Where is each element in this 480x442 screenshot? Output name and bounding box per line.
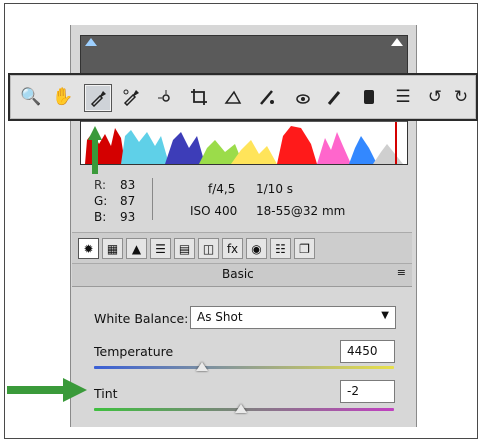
tab-basic[interactable]: ✹ <box>78 238 99 259</box>
temperature-label: Temperature <box>94 344 174 359</box>
straighten-icon[interactable] <box>220 84 246 110</box>
chevron-down-icon: ▼ <box>381 310 389 321</box>
hand-icon[interactable]: ✋ <box>50 84 76 110</box>
r-value: 83 <box>120 178 136 192</box>
b-value: 93 <box>120 210 136 224</box>
temperature-input[interactable]: 4450 <box>340 340 395 363</box>
white-balance-value: As Shot <box>197 310 243 324</box>
tab-effects[interactable]: fx <box>222 238 243 259</box>
g-value: 87 <box>120 194 136 208</box>
tab-split-toning[interactable]: ▤ <box>174 238 195 259</box>
white-balance-eyedropper-icon[interactable] <box>84 84 112 112</box>
iso: ISO 400 <box>190 204 238 218</box>
temperature-slider-thumb[interactable] <box>196 362 208 371</box>
aperture: f/4,5 <box>208 182 236 196</box>
crop-icon[interactable] <box>186 84 212 110</box>
rotate-cw-icon[interactable]: ↻ <box>448 84 474 110</box>
rotate-ccw-icon[interactable]: ↺ <box>422 84 448 110</box>
tab-detail[interactable]: ▲ <box>126 238 147 259</box>
tab-hsl[interactable]: ☰ <box>150 238 171 259</box>
white-balance-select[interactable]: As Shot ▼ <box>190 306 396 329</box>
b-label: B: <box>94 210 107 224</box>
lens: 18-55@32 mm <box>256 204 346 218</box>
temperature-value: 4450 <box>347 344 378 358</box>
panel-menu-icon[interactable]: ≡ <box>397 266 406 279</box>
shutter: 1/10 s <box>256 182 294 196</box>
panel-title: Basic <box>222 267 254 281</box>
tab-tone-curve[interactable]: ▦ <box>102 238 123 259</box>
adjustment-brush-icon[interactable] <box>322 84 348 110</box>
zoom-icon[interactable]: 🔍 <box>18 84 44 110</box>
tab-camera-calibration[interactable]: ◉ <box>246 238 267 259</box>
white-balance-label: White Balance: <box>94 311 189 326</box>
targeted-adjustment-icon[interactable] <box>152 84 178 110</box>
annotation-arrow-right <box>7 378 87 402</box>
tab-presets[interactable]: ☷ <box>270 238 291 259</box>
color-sampler-icon[interactable] <box>118 84 144 110</box>
tool-bar: 🔍 ✋ ☰ ↺ ↻ <box>8 73 478 121</box>
preferences-list-icon[interactable]: ☰ <box>390 84 416 110</box>
panel-tabs: ✹ ▦ ▲ ☰ ▤ ◫ fx ◉ ☷ ❐ <box>72 232 412 264</box>
temperature-slider[interactable] <box>94 366 394 369</box>
tint-value: -2 <box>347 384 359 398</box>
graduated-filter-icon[interactable] <box>356 84 382 110</box>
tint-input[interactable]: -2 <box>340 380 395 403</box>
red-eye-icon[interactable] <box>288 84 314 110</box>
image-info: R: 83 G: 87 B: 93 f/4,5 1/10 s ISO 400 1… <box>80 174 406 226</box>
panel-header: Basic ≡ <box>72 264 412 287</box>
tab-lens-corrections[interactable]: ◫ <box>198 238 219 259</box>
tint-slider-thumb[interactable] <box>235 404 247 413</box>
info-divider <box>152 178 153 220</box>
spot-removal-icon[interactable] <box>254 84 280 110</box>
g-label: G: <box>94 194 108 208</box>
tint-label: Tint <box>94 386 118 401</box>
tab-snapshots[interactable]: ❐ <box>294 238 315 259</box>
r-label: R: <box>94 178 107 192</box>
